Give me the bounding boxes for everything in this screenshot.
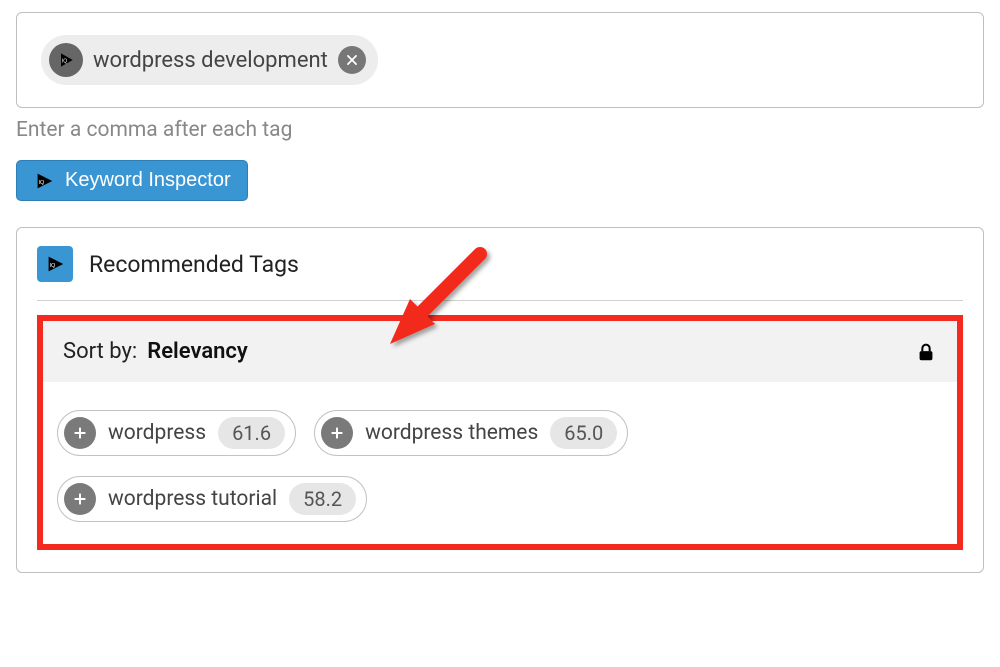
svg-text:IQ: IQ: [50, 263, 57, 269]
lock-icon: [915, 341, 937, 363]
iq-play-icon: IQ: [49, 43, 83, 77]
panel-header: IQ Recommended Tags: [37, 246, 963, 282]
iq-square-icon: IQ: [37, 246, 73, 282]
plus-icon: [72, 491, 88, 507]
keyword-inspector-label: Keyword Inspector: [65, 169, 231, 192]
recommended-tag-label: wordpress: [108, 421, 206, 445]
tag-chip-label: wordpress development: [93, 48, 328, 73]
panel-divider: [37, 300, 963, 301]
recommended-tags-panel: IQ Recommended Tags Sort by: Relevancy: [16, 227, 984, 573]
recommended-tag-pill[interactable]: wordpress tutorial 58.2: [57, 476, 367, 522]
plus-icon: [72, 425, 88, 441]
recommended-tag-label: wordpress tutorial: [108, 487, 277, 511]
keyword-inspector-button[interactable]: IQ Keyword Inspector: [16, 160, 248, 201]
tag-chip: IQ wordpress development: [41, 35, 378, 85]
svg-text:IQ: IQ: [62, 59, 67, 65]
sort-by-value: Relevancy: [147, 339, 248, 364]
recommended-tag-label: wordpress themes: [365, 421, 538, 445]
remove-tag-button[interactable]: [338, 46, 366, 74]
recommended-tag-score: 65.0: [550, 417, 617, 449]
recommended-tags-list: wordpress 61.6 wordpress themes 65.0: [43, 410, 957, 544]
recommended-tag-score: 61.6: [218, 417, 285, 449]
recommended-tag-pill[interactable]: wordpress 61.6: [57, 410, 296, 456]
helper-text: Enter a comma after each tag: [16, 118, 984, 142]
sort-by-label: Sort by:: [63, 339, 137, 364]
sort-bar[interactable]: Sort by: Relevancy: [43, 321, 957, 382]
plus-icon: [329, 425, 345, 441]
iq-play-icon: IQ: [33, 170, 55, 192]
add-tag-button[interactable]: [64, 417, 96, 449]
add-tag-button[interactable]: [321, 417, 353, 449]
tag-input-container[interactable]: IQ wordpress development: [16, 12, 984, 108]
highlight-annotation-box: Sort by: Relevancy wordpress 61.6: [37, 315, 963, 550]
recommended-tag-pill[interactable]: wordpress themes 65.0: [314, 410, 628, 456]
add-tag-button[interactable]: [64, 483, 96, 515]
close-icon: [345, 53, 359, 67]
panel-title: Recommended Tags: [89, 251, 299, 278]
svg-text:IQ: IQ: [39, 179, 46, 185]
recommended-tag-score: 58.2: [289, 483, 356, 515]
